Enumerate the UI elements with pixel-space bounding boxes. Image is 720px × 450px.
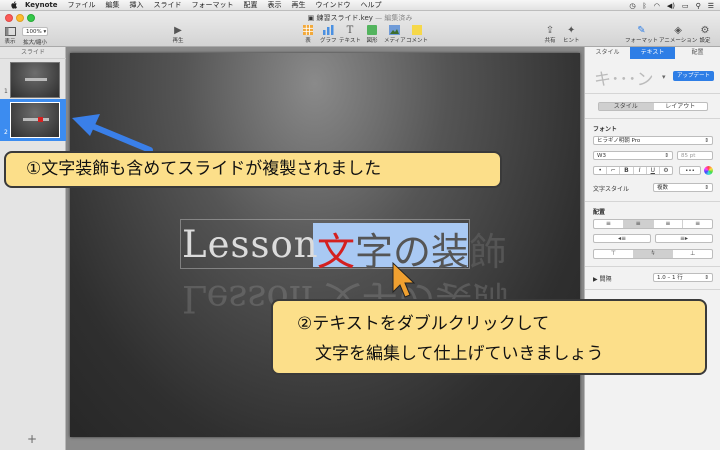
- callout-duplicated: ①文字装飾も含めてスライドが複製されました: [4, 151, 502, 188]
- callout-line-2: 文字を編集して仕上げていきましょう: [315, 344, 604, 364]
- blue-arrow: [89, 123, 153, 153]
- callout-edit-text: ②テキストをダブルクリックして 文字を編集して仕上げていきましょう: [271, 299, 707, 375]
- mouse-cursor-icon: [392, 261, 416, 298]
- annotation-arrows: [72, 114, 416, 298]
- callout-line-1: ②テキストをダブルクリックして: [297, 314, 550, 334]
